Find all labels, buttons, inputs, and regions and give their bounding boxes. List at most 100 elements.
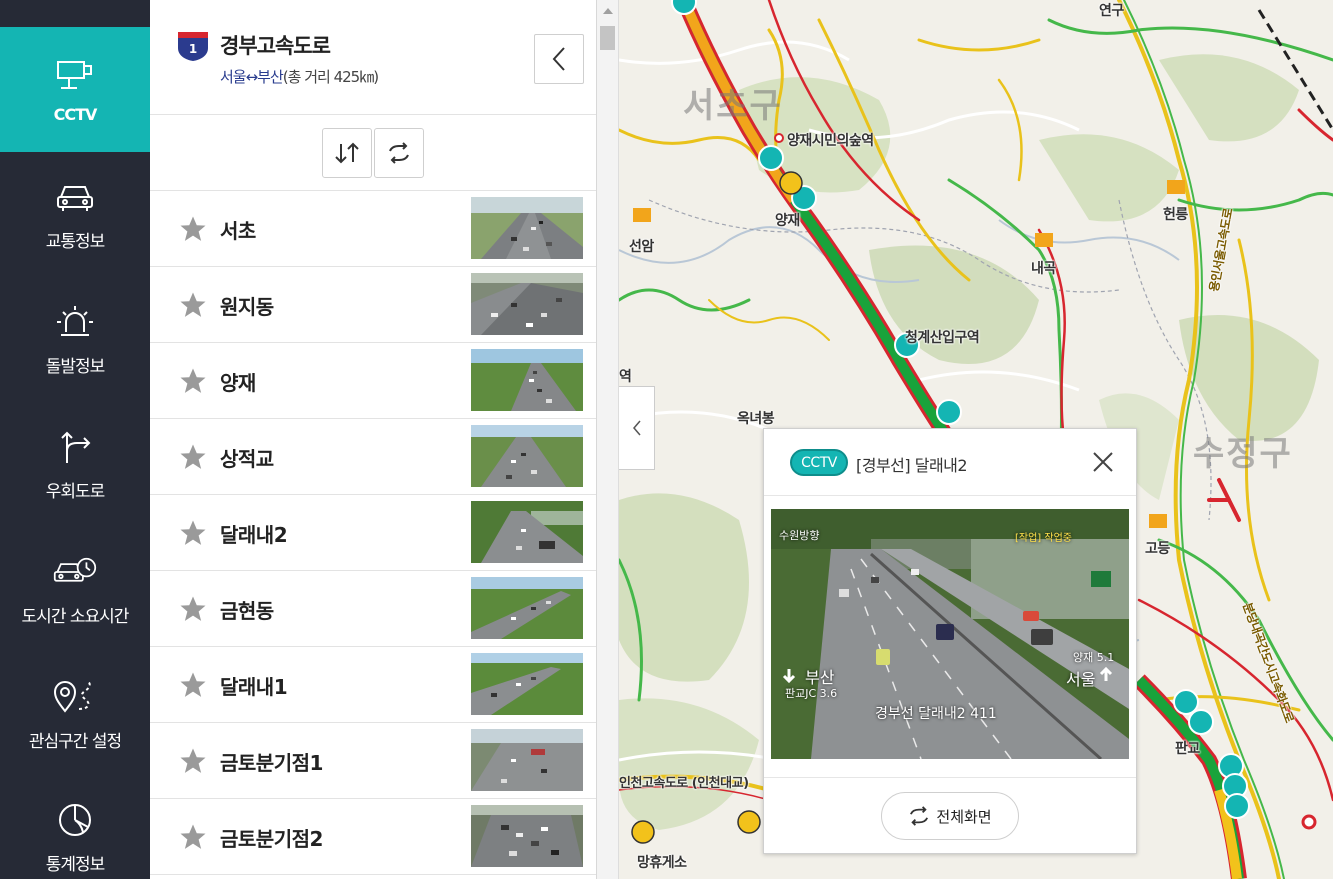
map-label-ic: 선암: [629, 239, 654, 255]
video-sign-seoul: 서울: [1066, 670, 1096, 689]
star-icon[interactable]: [178, 214, 208, 244]
cctv-popup: CCTV [경부선] 달래내2 수원방향 [작업] 작업중 부산 판교JC 3.…: [763, 428, 1137, 854]
pie-chart-icon: [53, 800, 97, 840]
map-label-ic: 고등: [1145, 541, 1170, 557]
fullscreen-button[interactable]: 전체화면: [881, 792, 1019, 840]
refresh-button[interactable]: [374, 127, 424, 178]
back-button[interactable]: [534, 34, 584, 84]
cctv-name: 서초: [220, 219, 256, 243]
map-label-district: 서초구: [683, 86, 783, 126]
map-label-district: 수정구: [1193, 434, 1293, 474]
star-icon[interactable]: [178, 822, 208, 852]
route-header: 1 경부고속도로 서울↔부산(총 거리 425㎞): [150, 0, 596, 115]
cctv-list-item[interactable]: 달래내1: [150, 647, 596, 723]
car-icon: [53, 177, 97, 217]
chevron-left-icon: [632, 420, 641, 436]
close-icon[interactable]: [1090, 449, 1116, 475]
map-label-peak: 옥녀봉: [737, 411, 775, 427]
video-overlay-text: [작업] 작업중: [1015, 533, 1072, 544]
sort-arrows-icon: [335, 142, 359, 163]
map-label-station: 청계산입구역: [905, 330, 980, 346]
refresh-icon: [910, 806, 929, 826]
cctv-name: 금토분기점1: [220, 751, 323, 775]
cctv-name: 달래내1: [220, 675, 288, 699]
nav-item-statistics[interactable]: 통계정보: [0, 777, 150, 879]
sort-direction-button[interactable]: [322, 127, 372, 178]
nav-item-interest-route[interactable]: 관심구간 설정: [0, 652, 150, 777]
cctv-list-panel: 1 경부고속도로 서울↔부산(총 거리 425㎞) 서초 원지동 양재 상적교: [150, 0, 597, 879]
nav-item-label: 교통정보: [45, 232, 106, 252]
cctv-name: 상적교: [220, 447, 274, 471]
left-nav: CCTV 교통정보 돌발정보 우회도로 도시간 소요시간 관심구간 설정 통계정…: [0, 0, 150, 879]
nav-item-detour[interactable]: 우회도로: [0, 402, 150, 527]
cctv-badge: CCTV: [790, 449, 848, 476]
cctv-list-item[interactable]: 서초: [150, 191, 596, 267]
cctv-video-feed[interactable]: 수원방향 [작업] 작업중 부산 판교JC 3.6 서울 양재 5.1 경부선 …: [771, 509, 1129, 759]
cctv-name: 금현동: [220, 599, 274, 623]
popup-header: CCTV [경부선] 달래내2: [764, 429, 1136, 496]
highway-shield-icon: 1: [176, 30, 210, 62]
video-sign-seoul-sub: 양재 5.1: [1073, 651, 1115, 664]
cctv-list-item[interactable]: 달래내2: [150, 495, 596, 571]
nav-item-traffic[interactable]: 교통정보: [0, 152, 150, 277]
video-overlay-text: 수원방향: [779, 529, 820, 542]
cctv-list-item[interactable]: 금토분기점1: [150, 723, 596, 799]
map-label-rest-area: 망휴게소: [637, 855, 687, 871]
cctv-list-item[interactable]: 상적교: [150, 419, 596, 495]
cctv-thumbnail[interactable]: [471, 273, 583, 335]
cctv-name: 양재: [220, 371, 256, 395]
nav-item-cctv[interactable]: CCTV: [0, 27, 150, 152]
nav-item-label: 통계정보: [45, 854, 106, 875]
list-scrollbar[interactable]: [597, 0, 619, 879]
star-icon[interactable]: [178, 746, 208, 776]
map-label-ic: 헌릉: [1163, 207, 1188, 223]
video-caption: 경부선 달래내2 411: [875, 706, 997, 722]
route-from-to: 서울↔부산: [220, 68, 284, 86]
map-collapse-tab[interactable]: [619, 386, 655, 470]
cctv-thumbnail[interactable]: [471, 577, 583, 639]
cctv-thumbnail[interactable]: [471, 729, 583, 791]
cctv-list-item[interactable]: 금현동: [150, 571, 596, 647]
map-label-road: 인천고속도로 (인천대교): [619, 776, 749, 791]
popup-footer: 전체화면: [764, 777, 1136, 855]
nav-item-label: CCTV: [53, 105, 98, 124]
star-icon[interactable]: [178, 670, 208, 700]
nav-item-incident[interactable]: 돌발정보: [0, 277, 150, 402]
cctv-thumbnail[interactable]: [471, 349, 583, 411]
star-icon[interactable]: [178, 290, 208, 320]
nav-item-label: 도시간 소요시간: [21, 607, 130, 627]
cctv-thumbnail[interactable]: [471, 501, 583, 563]
cctv-list-item[interactable]: 금토분기점2: [150, 799, 596, 875]
siren-icon: [53, 302, 97, 342]
cctv-thumbnail[interactable]: [471, 805, 583, 867]
route-subtitle: 서울↔부산(총 거리 425㎞): [220, 66, 379, 87]
map-label-ic: 내곡: [1031, 261, 1056, 277]
chevron-left-icon: [552, 47, 565, 71]
star-icon[interactable]: [178, 594, 208, 624]
fullscreen-label: 전체화면: [936, 807, 992, 826]
map-label-partial: 연구: [1099, 3, 1124, 19]
cctv-list-item[interactable]: 원지동: [150, 267, 596, 343]
refresh-icon: [389, 141, 409, 164]
cctv-name: 원지동: [220, 295, 274, 319]
cctv-thumbnail[interactable]: [471, 197, 583, 259]
car-clock-icon: [53, 552, 97, 592]
cctv-name: 달래내2: [220, 523, 288, 547]
cctv-thumbnail[interactable]: [471, 653, 583, 715]
svg-text:1: 1: [189, 42, 197, 56]
nav-item-label: 우회도로: [45, 482, 106, 502]
list-toolbar: [150, 115, 596, 191]
nav-item-label: 돌발정보: [45, 357, 106, 377]
map-label-ic: 양재: [775, 213, 800, 229]
star-icon[interactable]: [178, 366, 208, 396]
detour-icon: [53, 427, 97, 467]
nav-item-travel-time[interactable]: 도시간 소요시간: [0, 527, 150, 652]
cctv-thumbnail[interactable]: [471, 425, 583, 487]
pin-route-icon: [53, 677, 97, 717]
cctv-list-item[interactable]: 양재: [150, 343, 596, 419]
star-icon[interactable]: [178, 442, 208, 472]
map-label-station: 양재시민의숲역: [787, 133, 874, 149]
map-label-partial: 역: [619, 369, 632, 385]
nav-item-label: 관심구간 설정: [28, 732, 122, 752]
star-icon[interactable]: [178, 518, 208, 548]
